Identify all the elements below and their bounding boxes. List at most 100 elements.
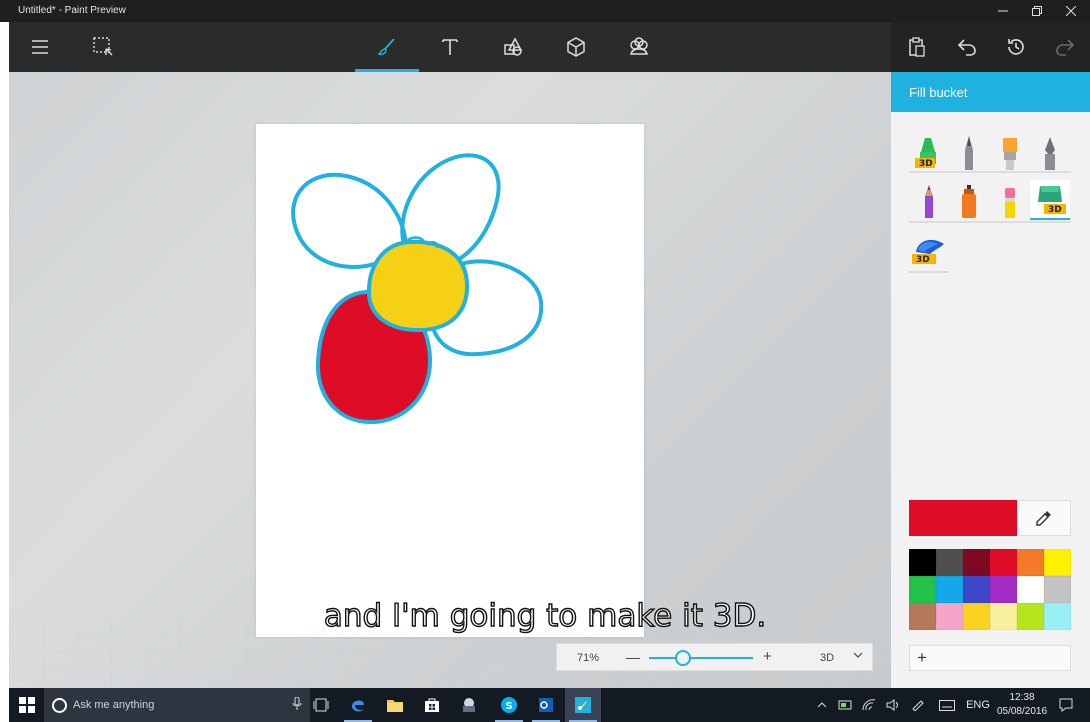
zoom-slider-thumb[interactable] [675, 650, 692, 666]
minimize-icon [998, 10, 1008, 12]
palette-swatch[interactable] [909, 603, 936, 630]
zoom-out-button[interactable]: — [626, 649, 640, 665]
tab-stickers[interactable] [613, 22, 665, 72]
taskbar-edge[interactable] [340, 688, 376, 722]
select-button[interactable] [77, 22, 129, 72]
keyboard-icon[interactable] [935, 688, 959, 722]
tool-row-divider [909, 221, 1071, 223]
svg-text:3D: 3D [919, 159, 933, 169]
clock-time: 12:38 [1009, 692, 1035, 703]
taskbar-paint-preview[interactable] [565, 688, 601, 722]
tab-2d-shapes[interactable] [487, 22, 539, 72]
tool-calligraphy-pen[interactable] [949, 132, 989, 172]
chevron-up-icon [817, 702, 827, 708]
window-title: Untitled* - Paint Preview [18, 5, 126, 16]
tab-text[interactable] [424, 22, 476, 72]
palette-swatch[interactable] [936, 576, 963, 603]
chevron-down-icon[interactable] [853, 650, 863, 663]
tool-3d-fill-bucket[interactable]: 3D [1030, 180, 1070, 220]
pen-workspace-icon[interactable] [907, 688, 929, 722]
history-icon [1008, 39, 1024, 55]
close-button[interactable] [1054, 0, 1088, 22]
svg-text:3D: 3D [1048, 205, 1062, 215]
drawing-canvas[interactable] [256, 124, 644, 637]
panel-title: Fill bucket [891, 72, 1090, 112]
2d-shapes-icon [504, 37, 523, 56]
restore-icon [1032, 6, 1042, 16]
palette-swatch[interactable] [963, 549, 990, 576]
input-language[interactable]: ENG [964, 688, 992, 722]
canvas-workspace[interactable] [9, 72, 891, 688]
tab-brushes[interactable] [355, 22, 419, 72]
zoom-value: 71% [577, 652, 600, 664]
task-view-button[interactable] [303, 688, 339, 722]
palette-swatch[interactable] [963, 603, 990, 630]
current-color-swatch[interactable] [909, 500, 1017, 536]
close-icon [1066, 6, 1076, 16]
paste-button[interactable] [891, 22, 943, 72]
view-mode-label[interactable]: 3D [820, 652, 834, 664]
people-app-icon [463, 698, 475, 712]
redo-button[interactable] [1039, 22, 1090, 72]
zoom-slider-track[interactable] [649, 657, 753, 659]
tool-3d-crayon[interactable]: 3D [909, 230, 949, 270]
palette-swatch[interactable] [909, 549, 936, 576]
taskbar-file-explorer[interactable] [377, 688, 413, 722]
zoom-in-button[interactable]: + [763, 648, 772, 665]
redo-icon [1056, 39, 1075, 56]
palette-swatch[interactable] [1017, 576, 1044, 603]
pencil-icon [925, 185, 933, 218]
windows-logo-icon [18, 697, 35, 713]
palette-swatch[interactable] [990, 576, 1017, 603]
palette-swatch[interactable] [1017, 549, 1044, 576]
cortana-search-box[interactable]: Ask me anything [44, 688, 310, 722]
minimize-button[interactable] [986, 0, 1020, 22]
add-color-button[interactable]: + [909, 645, 1071, 671]
tool-eraser[interactable] [990, 180, 1030, 220]
undo-button[interactable] [941, 22, 993, 72]
show-hidden-icons-button[interactable] [814, 688, 830, 722]
taskbar-store[interactable] [414, 688, 450, 722]
3d-marker-icon: 3D [915, 138, 936, 169]
svg-text:3D: 3D [916, 255, 930, 265]
text-icon [442, 39, 458, 55]
action-center-button[interactable] [1054, 688, 1078, 722]
palette-swatch[interactable] [1044, 549, 1071, 576]
flower-drawing [291, 153, 544, 424]
network-icon[interactable] [859, 688, 879, 722]
tool-spray-can[interactable] [949, 180, 989, 220]
tray-app-icon[interactable] [835, 688, 855, 722]
taskbar-skype[interactable]: S [491, 688, 527, 722]
palette-swatch[interactable] [990, 603, 1017, 630]
palette-swatch[interactable] [936, 603, 963, 630]
main-toolbar [9, 22, 1090, 72]
microphone-icon[interactable] [292, 696, 302, 714]
palette-swatch[interactable] [990, 549, 1017, 576]
paste-icon [909, 37, 925, 57]
taskbar-outlook[interactable] [528, 688, 564, 722]
palette-swatch[interactable] [936, 549, 963, 576]
menu-button[interactable] [14, 22, 66, 72]
select-icon [93, 37, 113, 56]
tool-fountain-pen[interactable] [1030, 132, 1070, 172]
palette-swatch[interactable] [963, 576, 990, 603]
eyedropper-button[interactable] [1017, 500, 1071, 536]
palette-swatch[interactable] [1017, 603, 1044, 630]
maximize-button[interactable] [1020, 0, 1054, 22]
tab-3d-objects[interactable] [550, 22, 602, 72]
fountain-pen-icon [1045, 137, 1055, 170]
taskbar-app-people[interactable] [451, 688, 487, 722]
history-button[interactable] [990, 22, 1042, 72]
tool-3d-marker[interactable]: 3D [909, 132, 949, 172]
stickers-icon [630, 37, 648, 55]
palette-swatch[interactable] [1044, 603, 1071, 630]
palette-swatch[interactable] [1044, 576, 1071, 603]
tool-pencil[interactable] [909, 180, 949, 220]
palette-swatch[interactable] [909, 576, 936, 603]
color-palette [909, 549, 1071, 630]
title-bar: Untitled* - Paint Preview [0, 0, 1090, 22]
start-button[interactable] [9, 688, 44, 722]
system-clock[interactable]: 12:38 05/08/2016 [994, 691, 1050, 719]
volume-icon[interactable] [883, 688, 903, 722]
tool-oil-brush[interactable] [990, 132, 1030, 172]
